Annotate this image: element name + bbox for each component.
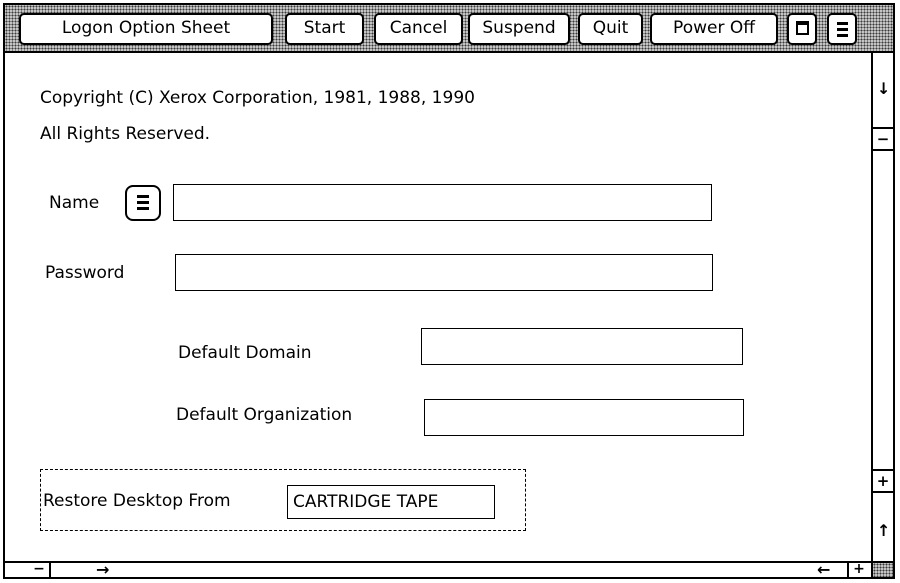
default-organization-label: Default Organization <box>176 405 353 425</box>
name-label: Name <box>49 193 100 213</box>
name-menu-button[interactable] <box>125 185 161 221</box>
menu-button[interactable] <box>827 13 857 45</box>
scroll-minus-button[interactable]: − <box>873 127 893 151</box>
hscroll-minus-button[interactable]: − <box>29 562 51 577</box>
restore-source-choice[interactable]: CARTRIDGE TAPE <box>287 485 495 519</box>
default-organization-field[interactable] <box>424 399 744 436</box>
default-domain-field[interactable] <box>421 328 743 365</box>
password-label: Password <box>45 263 125 283</box>
password-field[interactable] <box>175 254 713 291</box>
scroll-up-arrow-icon[interactable]: ↑ <box>877 523 890 539</box>
rights-line: All Rights Reserved. <box>40 124 211 144</box>
cancel-button[interactable]: Cancel <box>374 13 463 45</box>
restore-desktop-label: Restore Desktop From <box>43 491 231 511</box>
logon-option-sheet-button[interactable]: Logon Option Sheet <box>19 13 273 45</box>
logon-window: Logon Option Sheet Start Cancel Suspend … <box>3 3 895 579</box>
name-field[interactable] <box>173 184 712 221</box>
scrollbar-corner <box>871 561 893 577</box>
menu-icon <box>837 22 848 40</box>
power-off-button[interactable]: Power Off <box>650 13 778 45</box>
scroll-plus-button[interactable]: + <box>873 469 893 493</box>
quit-button[interactable]: Quit <box>578 13 643 45</box>
hscroll-plus-button[interactable]: + <box>847 562 869 577</box>
scroll-down-arrow-icon[interactable]: ↓ <box>877 81 890 97</box>
horizontal-scrollbar[interactable]: − → ← + <box>5 561 871 578</box>
logon-form: Copyright (C) Xerox Corporation, 1981, 1… <box>5 53 871 561</box>
start-button[interactable]: Start <box>285 13 364 45</box>
vertical-scrollbar[interactable]: ↓ − + ↑ <box>871 53 893 561</box>
hscroll-left-arrow-icon[interactable]: ← <box>817 562 830 578</box>
menu-icon <box>137 195 149 213</box>
copyright-line: Copyright (C) Xerox Corporation, 1981, 1… <box>40 88 475 108</box>
default-domain-label: Default Domain <box>178 343 312 363</box>
title-bar: Logon Option Sheet Start Cancel Suspend … <box>5 5 893 53</box>
hscroll-right-arrow-icon[interactable]: → <box>96 562 109 578</box>
window-icon <box>796 21 809 35</box>
suspend-button[interactable]: Suspend <box>468 13 570 45</box>
window-button[interactable] <box>787 13 817 45</box>
